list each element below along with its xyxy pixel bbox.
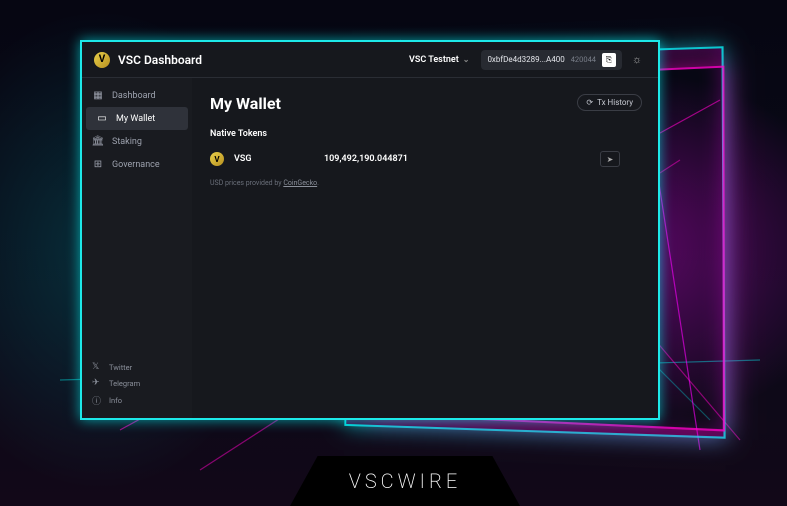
vscwire-banner: VSCWIRE [290, 456, 520, 506]
staking-icon: 🏛 [92, 136, 104, 147]
sidebar-item-label: My Wallet [116, 114, 155, 124]
governance-icon: ⊞ [92, 159, 104, 170]
coingecko-link[interactable]: CoinGecko [283, 179, 317, 187]
address-chip[interactable]: 0xbfDe4d3289...A400 420044 ⎘ [481, 50, 622, 70]
sidebar-item-staking[interactable]: 🏛 Staking [82, 130, 192, 153]
twitter-icon: 𝕏 [92, 362, 102, 372]
block-number: 420044 [571, 55, 596, 64]
body: ▦ Dashboard ▭ My Wallet 🏛 Staking ⊞ Gove… [82, 78, 658, 418]
token-logo: V [210, 152, 224, 166]
sun-icon: ☼ [632, 53, 642, 66]
sidebar: ▦ Dashboard ▭ My Wallet 🏛 Staking ⊞ Gove… [82, 78, 192, 418]
token-symbol: VSG [234, 154, 294, 164]
native-tokens-label: Native Tokens [210, 129, 640, 139]
app-window: V VSC Dashboard VSC Testnet ⌄ 0xbfDe4d32… [80, 40, 660, 420]
social-label: Telegram [109, 379, 140, 388]
social-twitter[interactable]: 𝕏 Twitter [82, 359, 192, 375]
banner-text: VSCWIRE [349, 469, 462, 493]
token-amount: 109,492,190.044871 [324, 154, 408, 164]
network-label: VSC Testnet [409, 55, 459, 65]
theme-toggle[interactable]: ☼ [628, 51, 646, 69]
page-title: My Wallet [210, 94, 640, 113]
sidebar-item-dashboard[interactable]: ▦ Dashboard [82, 84, 192, 107]
copy-icon[interactable]: ⎘ [602, 53, 616, 67]
social-telegram[interactable]: ✈ Telegram [82, 375, 192, 391]
sidebar-item-label: Dashboard [112, 91, 156, 101]
app-title: VSC Dashboard [118, 53, 202, 67]
price-note: USD prices provided by CoinGecko. [210, 179, 640, 187]
sidebar-item-label: Staking [112, 137, 142, 147]
header: V VSC Dashboard VSC Testnet ⌄ 0xbfDe4d32… [82, 42, 658, 78]
address-text: 0xbfDe4d3289...A400 [487, 55, 564, 64]
tx-history-label: Tx History [597, 98, 633, 107]
sidebar-item-label: Governance [112, 160, 160, 170]
main-content: My Wallet ⟳ Tx History Native Tokens V V… [192, 78, 658, 418]
dashboard-icon: ▦ [92, 90, 104, 101]
social-label: Info [109, 396, 122, 405]
token-row: V VSG 109,492,190.044871 ➤ [210, 147, 640, 171]
app-logo: V [94, 52, 110, 68]
social-info[interactable]: ⓘ Info [82, 391, 192, 410]
tx-history-button[interactable]: ⟳ Tx History [577, 94, 642, 111]
send-button[interactable]: ➤ [600, 151, 620, 167]
info-icon: ⓘ [92, 394, 102, 407]
wallet-icon: ▭ [96, 113, 108, 124]
send-icon: ➤ [607, 155, 614, 164]
sidebar-item-my-wallet[interactable]: ▭ My Wallet [86, 107, 188, 130]
telegram-icon: ✈ [92, 378, 102, 388]
network-selector[interactable]: VSC Testnet ⌄ [403, 51, 475, 69]
sidebar-item-governance[interactable]: ⊞ Governance [82, 153, 192, 176]
chevron-down-icon: ⌄ [463, 55, 470, 64]
social-label: Twitter [109, 363, 132, 372]
clock-icon: ⟳ [586, 98, 593, 107]
